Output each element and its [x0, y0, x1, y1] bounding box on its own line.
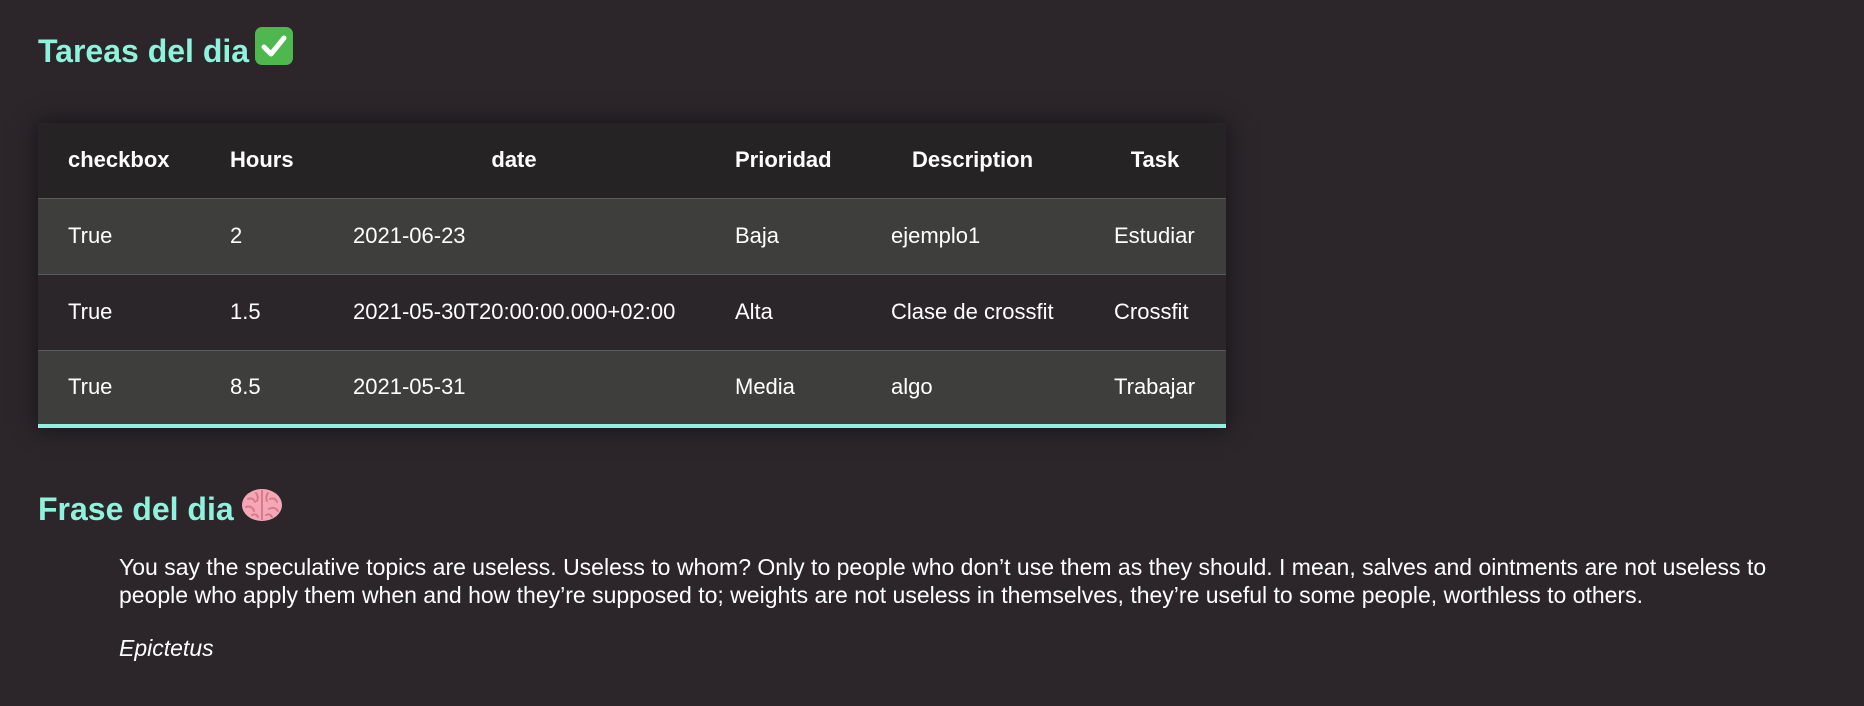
cell-prioridad: Alta — [735, 299, 773, 324]
quote-heading-text: Frase del dia — [38, 490, 234, 527]
cell-date: 2021-05-30T20:00:00.000+02:00 — [353, 299, 676, 324]
check-mark-icon — [255, 27, 294, 74]
cell-task: Estudiar — [1114, 223, 1195, 248]
table-row: True 2 2021-06-23 Baja ejemplo1 Estudiar — [38, 198, 1226, 274]
cell-hours: 1.5 — [230, 299, 261, 324]
table-header-row: checkbox Hours date Prioridad Descriptio… — [38, 123, 1226, 198]
cell-hours: 8.5 — [230, 374, 261, 400]
column-header-prioridad: Prioridad — [735, 147, 832, 173]
cell-description: Clase de crossfit — [891, 299, 1054, 324]
cell-checkbox: True — [68, 374, 113, 400]
cell-description: algo — [891, 374, 933, 400]
cell-task: Trabajar — [1114, 374, 1196, 400]
quote-text: You say the speculative topics are usele… — [119, 554, 1767, 608]
column-header-description: Description — [911, 147, 1034, 173]
column-header-hours: Hours — [230, 147, 294, 173]
column-header-task: Task — [1130, 147, 1180, 173]
table-row: True 1.5 2021-05-30T20:00:00.000+02:00 A… — [38, 274, 1226, 350]
cell-description: ejemplo1 — [891, 223, 981, 248]
tasks-table-container: checkbox Hours date Prioridad Descriptio… — [38, 123, 1226, 428]
cell-hours: 2 — [230, 223, 243, 248]
column-header-checkbox: checkbox — [68, 147, 170, 173]
cell-date: 2021-05-31 — [353, 374, 466, 400]
quote-heading: Frase del dia — [38, 488, 284, 535]
cell-checkbox: True — [68, 223, 113, 248]
brain-icon — [240, 485, 284, 532]
column-header-date: date — [491, 147, 537, 173]
cell-date: 2021-06-23 — [353, 223, 466, 248]
table-row: True 8.5 2021-05-31 Media algo Trabajar — [38, 350, 1226, 426]
cell-checkbox: True — [68, 299, 113, 324]
tasks-table: checkbox Hours date Prioridad Descriptio… — [38, 123, 1226, 428]
cell-task: Crossfit — [1114, 299, 1189, 324]
cell-prioridad: Media — [735, 374, 795, 400]
quote-author: Epictetus — [119, 635, 214, 661]
tasks-heading-text: Tareas del dia — [38, 32, 250, 69]
tasks-heading: Tareas del dia — [38, 27, 294, 77]
cell-prioridad: Baja — [735, 223, 780, 248]
